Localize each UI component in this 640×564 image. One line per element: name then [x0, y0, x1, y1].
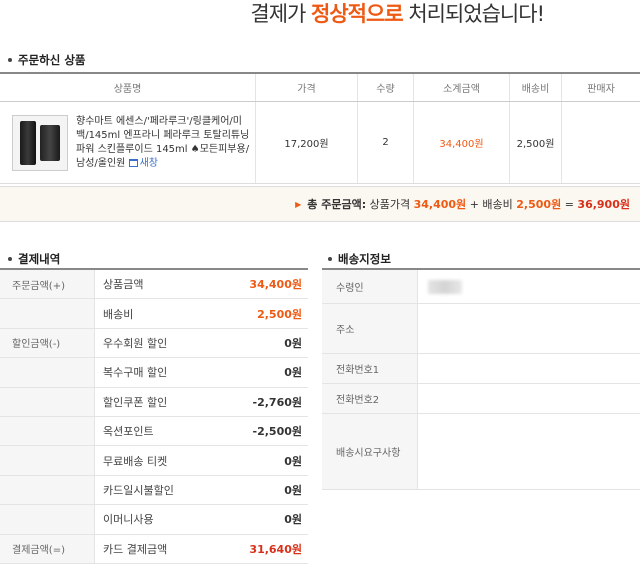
bottle-image — [20, 120, 36, 165]
col-price: 가격 — [256, 74, 358, 101]
freeship-discount: 0원 — [284, 454, 302, 468]
address-value — [417, 304, 640, 353]
order-table-header: 상품명 가격 수량 소계금액 배송비 판매자 — [0, 72, 640, 102]
completion-message: 결제가 정상적으로 처리되었습니다! — [250, 2, 545, 26]
goods-total: 34,400원 — [413, 198, 467, 211]
table-row: 결제금액(=) 카드 결제금액 31,640원 — [0, 534, 308, 564]
phone1-value — [417, 354, 640, 383]
table-row: 향수마트 에센스/'페라루크'/링클케어/미백/145ml 엔프라니 페라루크 … — [0, 102, 640, 184]
arrow-right-icon: ▶ — [295, 199, 302, 209]
col-shipping: 배송비 — [510, 74, 562, 101]
emoney-used: 0원 — [284, 513, 302, 527]
goods-amount: 34,400원 — [249, 278, 302, 292]
grand-total: 36,900원 — [577, 198, 630, 211]
table-row: 배송시요구사항 — [322, 414, 640, 490]
table-row: 전화번호2 — [322, 384, 640, 414]
col-seller: 판매자 — [587, 84, 615, 95]
table-row: 옥션포인트 -2,500원 — [0, 416, 308, 447]
shipping-section-title: 배송지정보 — [328, 251, 391, 267]
coupon-discount: -2,760원 — [252, 395, 302, 409]
payment-section-title: 결제내역 — [8, 251, 60, 267]
new-window-link[interactable]: 새창 — [128, 158, 158, 169]
bullet-icon — [328, 257, 332, 261]
table-row: 수령인 — [322, 270, 640, 304]
table-row: 주소 — [322, 304, 640, 354]
ship-amount: 2,500원 — [257, 307, 302, 321]
payment-table: 주문금액(+) 상품금액 34,400원 배송비 2,500원 할인금액(-) … — [0, 268, 308, 564]
box-image — [40, 124, 60, 161]
bullet-icon — [8, 58, 12, 62]
col-qty: 수량 — [358, 74, 414, 101]
phone2-value — [417, 384, 640, 413]
table-row: 무료배송 티켓 0원 — [0, 446, 308, 476]
discount-category: 할인금액(-) — [0, 328, 94, 358]
card-discount: 0원 — [284, 483, 302, 497]
qty-cell: 2 — [358, 102, 414, 183]
ship-total: 2,500원 — [516, 198, 562, 211]
product-thumbnail[interactable] — [12, 114, 68, 171]
seller-cell — [562, 102, 640, 183]
col-product: 상품명 — [0, 74, 256, 101]
table-row: 이머니사용 0원 — [0, 505, 308, 535]
multi-discount: 0원 — [284, 366, 302, 380]
recipient-value — [417, 270, 640, 303]
new-window-icon — [128, 158, 138, 167]
product-cell: 향수마트 에센스/'페라루크'/링클케어/미백/145ml 엔프라니 페라루크 … — [0, 102, 256, 183]
order-section-title: 주문하신 상품 — [8, 52, 85, 68]
completion-highlight: 정상적으로 — [311, 2, 404, 26]
point-discount: -2,500원 — [252, 425, 302, 439]
table-row: 복수구매 할인 0원 — [0, 358, 308, 388]
order-table: 상품명 가격 수량 소계금액 배송비 판매자 향수마트 에센스/'페라루크'/링… — [0, 72, 640, 184]
bullet-icon — [8, 257, 12, 261]
table-row: 할인쿠폰 할인 -2,760원 — [0, 387, 308, 417]
product-name-link[interactable]: 향수마트 에센스/'페라루크'/링클케어/미백/145ml 엔프라니 페라루크 … — [76, 115, 252, 171]
order-amount-category: 주문금액(+) — [0, 270, 94, 299]
order-total-bar: ▶ 총 주문금액: 상품가격 34,400원 + 배송비 2,500원 = 36… — [0, 186, 640, 222]
table-row: 배송비 2,500원 — [0, 299, 308, 329]
shipping-cell: 2,500원 — [510, 102, 562, 183]
redacted-name — [428, 279, 462, 294]
col-subtotal: 소계금액 — [414, 74, 510, 101]
request-value — [417, 414, 640, 489]
table-row: 카드일시불할인 0원 — [0, 475, 308, 506]
final-category: 결제금액(=) — [0, 534, 94, 563]
final-amount: 31,640원 — [249, 542, 302, 556]
table-row: 주문금액(+) 상품금액 34,400원 — [0, 270, 308, 300]
subtotal-cell: 34,400원 — [414, 102, 510, 183]
table-row: 전화번호1 — [322, 354, 640, 384]
table-row: 할인금액(-) 우수회원 할인 0원 — [0, 328, 308, 359]
price-cell: 17,200원 — [256, 102, 358, 183]
shipping-table: 수령인 주소 전화번호1 전화번호2 배송시요구사항 — [322, 268, 640, 490]
vip-discount: 0원 — [284, 336, 302, 350]
completion-banner: 결제가 정상적으로 처리되었습니다! — [0, 0, 640, 40]
